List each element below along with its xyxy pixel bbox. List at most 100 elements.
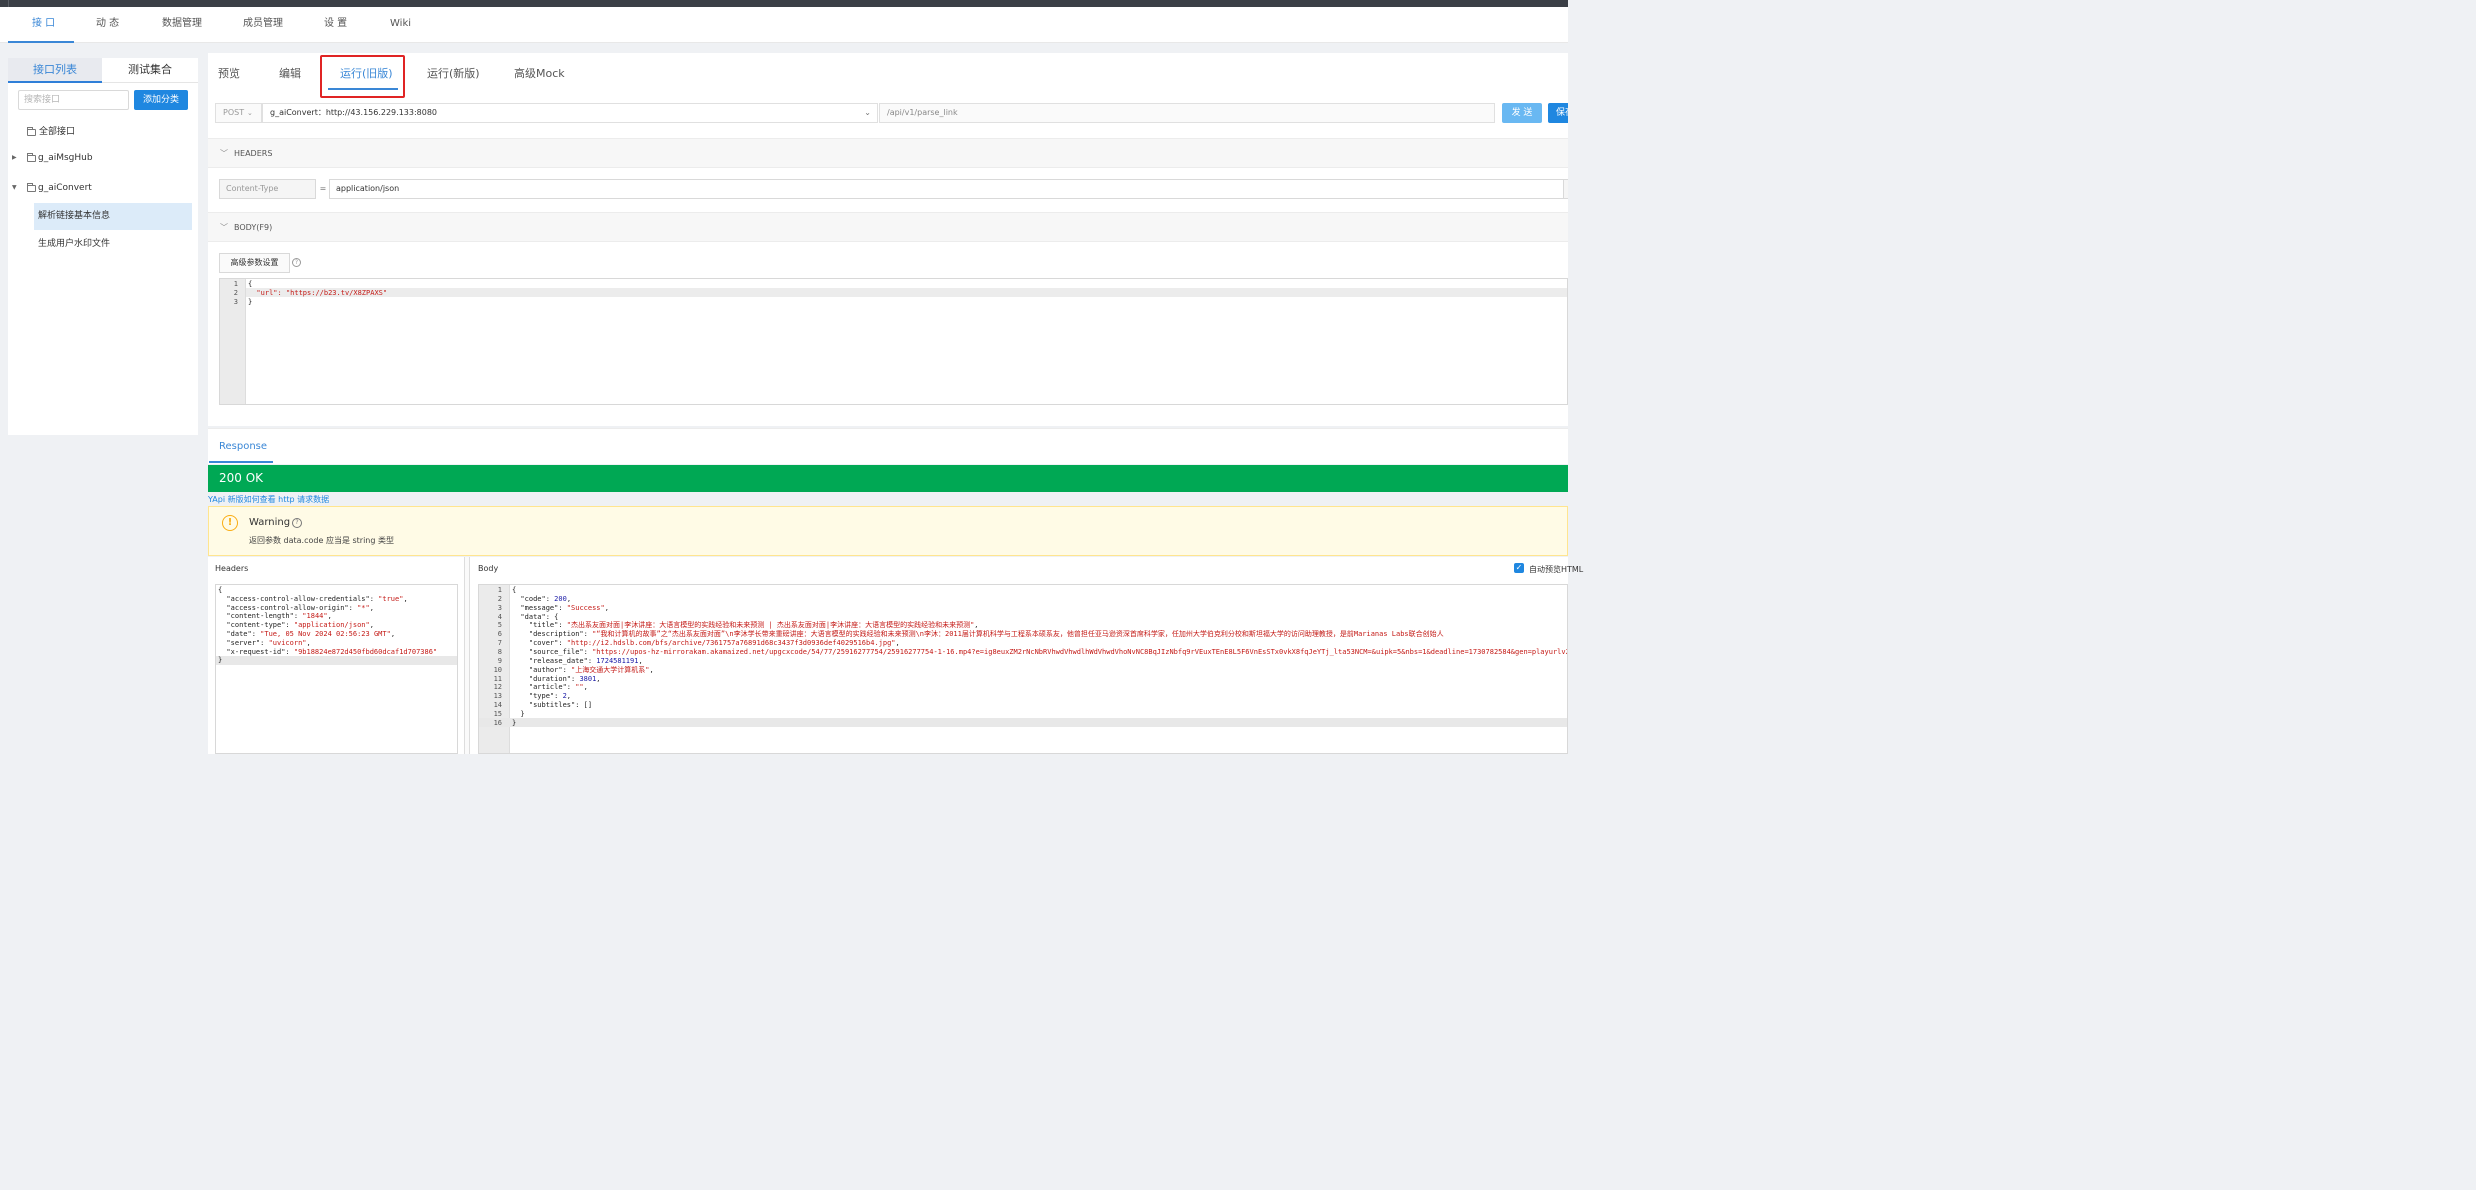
line-number: 7 (497, 639, 502, 648)
response-tab[interactable]: Response (219, 441, 267, 452)
line-number: 5 (497, 621, 502, 630)
nav-tab-interface[interactable]: 接 口 (32, 7, 55, 43)
line-number: 15 (493, 709, 502, 718)
search-input[interactable] (18, 90, 129, 110)
code-line: "date": "Tue, 05 Nov 2024 02:56:23 GMT", (218, 630, 396, 638)
tree-item-all[interactable]: 全部接口 (26, 122, 186, 142)
tree-item-all-label: 全部接口 (39, 127, 76, 137)
code-line: } (218, 656, 223, 665)
response-body-label: Body (478, 564, 499, 573)
line-number: 1 (497, 586, 502, 594)
api-item-label: 生成用户水印文件 (38, 239, 111, 249)
api-item-generate-watermark[interactable]: 生成用户水印文件 (38, 234, 188, 254)
env-value: g_aiConvert：http://43.156.229.133:8080 (270, 108, 438, 117)
nav-active-indicator (8, 41, 74, 43)
chevron-down-icon: ⌄ (864, 108, 871, 117)
chevron-down-icon: ⌄ (247, 109, 253, 117)
advanced-params-button[interactable]: 高级参数设置 (219, 253, 290, 273)
env-select[interactable]: g_aiConvert：http://43.156.229.133:8080 ⌄ (262, 103, 878, 123)
tree-folder-g-aimsghub[interactable]: ▶ g_aiMsgHub (12, 148, 192, 168)
nav-tab-settings[interactable]: 设 置 (324, 7, 347, 43)
code-line: "description": "“我和计算机的故事”之“杰出系友面对面”\n李沐… (512, 630, 1444, 639)
code-line: "access-control-allow-origin": "*", (218, 603, 374, 612)
annotation-highlight-box (320, 55, 405, 98)
response-band (208, 428, 1568, 464)
nav-tab-data-management[interactable]: 数据管理 (162, 7, 202, 43)
api-item-label: 解析链接基本信息 (38, 211, 111, 221)
folder-icon (27, 127, 36, 136)
warning-text: 返回参数 data.code 应当是 string 类型 (249, 536, 394, 545)
code-line: "server": "uvicorn", (218, 638, 311, 647)
header-key-input[interactable]: Content-Type (219, 179, 316, 199)
code-line: "subtitles": [] (512, 701, 593, 710)
code-line: "article": "", (512, 683, 588, 692)
code-line: "access-control-allow-credentials": "tru… (218, 594, 408, 603)
code-line: "release_date": 1724581191, (512, 656, 643, 665)
headers-section-title: HEADERS (234, 149, 273, 158)
help-link[interactable]: YApi 新版如何查看 http 请求数据 (208, 494, 329, 505)
nav-tab-wiki[interactable]: Wiki (390, 7, 411, 43)
body-editor[interactable]: 1 {2 "url": "https://b23.tv/X8ZPAXS" 3} (219, 278, 1568, 405)
tab-run-new[interactable]: 运行(新版) (427, 60, 480, 88)
response-body-viewer[interactable]: 1 {2 "code": 200, 3 "message": "Success", 4… (478, 584, 1568, 754)
response-headers-label: Headers (215, 564, 249, 573)
code-line: "x-request-id": "9b18824e872d450fbd60dca… (218, 647, 438, 656)
code-line: } (512, 718, 517, 727)
header-row-action[interactable] (1563, 179, 1568, 199)
active-line-highlight (216, 656, 457, 665)
status-bar: 200 OK (208, 465, 1568, 492)
active-line-highlight (246, 288, 1567, 297)
nav-tab-member-management[interactable]: 成员管理 (243, 7, 283, 43)
tab-preview[interactable]: 预览 (218, 60, 240, 88)
sidebar: 接口列表 测试集合 添加分类 全部接口 ▶ g_aiMsgHub ▼ g_aiC… (8, 58, 198, 435)
warning-icon: ! (222, 515, 238, 531)
line-number: 4 (497, 612, 502, 621)
chevron-down-icon: ﹀ (220, 223, 228, 232)
path-field[interactable]: /api/v1/parse_link (879, 103, 1495, 123)
nav-tab-activity[interactable]: 动 态 (96, 7, 119, 43)
code-line: "content-type": "application/json", (218, 621, 374, 630)
tab-edit[interactable]: 编辑 (279, 60, 301, 88)
sidebar-tab-test-collection[interactable]: 测试集合 (102, 58, 198, 83)
code-line: { (218, 586, 223, 594)
method-select[interactable]: POST ⌄ (215, 103, 262, 123)
add-category-button[interactable]: 添加分类 (134, 90, 188, 110)
checkbox-checked-icon[interactable]: ✓ (1514, 563, 1524, 573)
caret-down-icon[interactable]: ▼ (12, 178, 20, 198)
sidebar-tab-api-list[interactable]: 接口列表 (8, 58, 102, 83)
response-headers-viewer[interactable]: { "access-control-allow-credentials": "t… (215, 584, 458, 754)
response-tab-indicator (209, 461, 273, 463)
save-button[interactable]: 保存 (1548, 103, 1568, 123)
help-icon[interactable]: ? (292, 518, 302, 528)
header-value-input[interactable]: application/json (329, 179, 1565, 199)
help-icon[interactable]: ? (292, 258, 301, 267)
code-line: } (512, 709, 525, 718)
tab-advanced-mock[interactable]: 高级Mock (514, 60, 565, 88)
line-number: 10 (493, 665, 502, 674)
send-button[interactable]: 发 送 (1502, 103, 1542, 123)
caret-right-icon[interactable]: ▶ (12, 148, 20, 168)
api-item-parse-link[interactable]: 解析链接基本信息 (34, 203, 192, 230)
line-number: 2 (233, 289, 238, 297)
code-line: "message": "Success", (512, 603, 609, 612)
line-number: 1 (233, 280, 238, 288)
code-line: "source_file": "https://upos-hz-mirrorak… (512, 647, 1568, 656)
panel-divider[interactable] (464, 557, 470, 754)
line-number: 14 (493, 701, 502, 710)
active-line-highlight (479, 718, 1567, 727)
folder-icon (27, 183, 36, 192)
warning-title: Warning (249, 517, 291, 528)
tree-folder-g-aiconvert[interactable]: ▼ g_aiConvert (12, 178, 192, 198)
body-section-header[interactable]: ﹀ BODY(F9) (208, 212, 1568, 242)
method-value: POST (223, 108, 245, 117)
code-line: "code": 200, (512, 594, 572, 603)
header-equals: = (319, 184, 327, 193)
line-number: 3 (233, 298, 238, 306)
headers-section-header[interactable]: ﹀ HEADERS (208, 138, 1568, 168)
line-number: 16 (493, 718, 502, 727)
line-number: 9 (497, 656, 502, 665)
code-line: "author": "上海交通大学计算机系", (512, 665, 654, 674)
code-line: "duration": 3801, (512, 674, 601, 683)
line-number: 11 (493, 674, 502, 683)
code-line: } (248, 298, 253, 306)
